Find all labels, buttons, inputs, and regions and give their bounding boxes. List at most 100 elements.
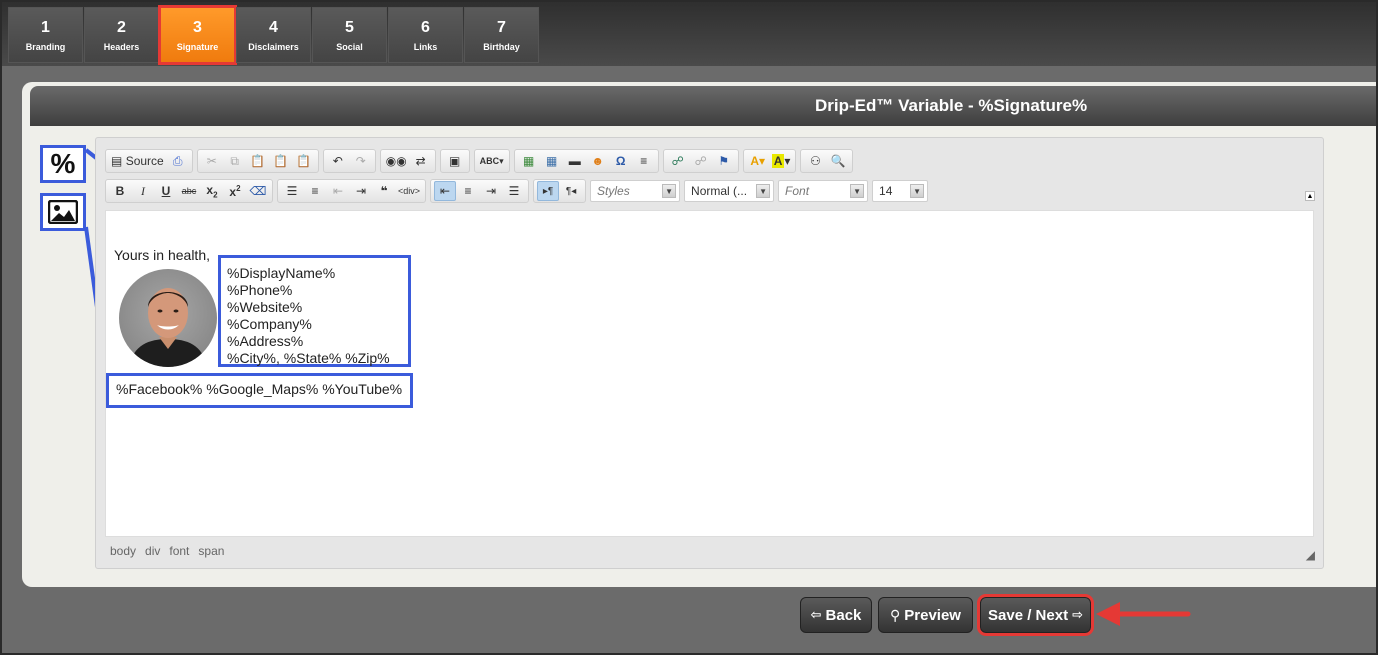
special-char-button[interactable]: Ω bbox=[610, 151, 632, 171]
callout-arrow bbox=[1096, 602, 1191, 626]
editor-content-area[interactable]: Yours in health, %DisplayName% %Phone% %… bbox=[105, 210, 1314, 537]
size-dropdown[interactable]: 14 ▼ bbox=[872, 180, 929, 202]
replace-button[interactable]: ⇄ bbox=[410, 151, 432, 171]
maximize-icon: ⚇ bbox=[810, 154, 821, 168]
tab-birthday[interactable]: 7 Birthday bbox=[464, 7, 539, 63]
quote-icon: ❝ bbox=[380, 184, 388, 198]
align-center-button[interactable]: ≡ bbox=[457, 181, 479, 201]
blockquote-button[interactable]: ❝ bbox=[373, 181, 395, 201]
anchor-button[interactable]: ⚑ bbox=[713, 151, 735, 171]
profile-photo bbox=[119, 269, 217, 367]
toolbar-group-find: ◉◉ ⇄ bbox=[379, 149, 436, 173]
justify-icon: ☰ bbox=[508, 184, 520, 198]
bg-color-icon: A bbox=[771, 154, 785, 168]
collapse-toolbar-button[interactable]: ▲ bbox=[1305, 191, 1315, 201]
bulleted-list-button[interactable]: ≡ bbox=[304, 181, 326, 201]
image-button[interactable]: ▦ bbox=[518, 151, 540, 171]
select-all-button[interactable]: ▣ bbox=[444, 151, 466, 171]
format-dropdown[interactable]: Normal (... ▼ bbox=[684, 180, 775, 202]
superscript-icon: x2 bbox=[229, 183, 241, 199]
tab-number: 7 bbox=[497, 19, 506, 36]
insert-image-button[interactable] bbox=[40, 193, 86, 231]
path-item[interactable]: div bbox=[145, 544, 160, 558]
path-item[interactable]: font bbox=[169, 544, 189, 558]
source-button[interactable]: ▤ Source bbox=[109, 151, 166, 171]
paste-button[interactable]: 📋 bbox=[247, 151, 269, 171]
subscript-button[interactable]: x2 bbox=[201, 181, 223, 201]
document-icon: ▤ bbox=[111, 154, 123, 168]
paste-text-button[interactable]: 📋 bbox=[270, 151, 292, 171]
div-icon: <div> bbox=[398, 186, 421, 196]
numbered-list-button[interactable]: ☰ bbox=[281, 181, 303, 201]
tab-number: 4 bbox=[269, 19, 278, 36]
undo-button[interactable]: ↶ bbox=[327, 151, 349, 171]
tab-links[interactable]: 6 Links bbox=[388, 7, 463, 63]
insert-variable-button[interactable]: % bbox=[40, 145, 86, 183]
smiley-button[interactable]: ☻ bbox=[587, 151, 609, 171]
ltr-button[interactable]: ▸¶ bbox=[537, 181, 560, 201]
picture-icon: ▦ bbox=[523, 154, 535, 168]
print-button[interactable]: ⎙ bbox=[167, 151, 189, 171]
toolbar-group-lists: ☰ ≡ ⇤ ⇥ ❝ <div> bbox=[277, 179, 427, 203]
save-next-button[interactable]: Save / Next ⇨ bbox=[977, 594, 1094, 636]
preview-doc-button[interactable]: 🔍 bbox=[827, 151, 849, 171]
align-left-button[interactable]: ⇤ bbox=[434, 181, 457, 201]
indent-button[interactable]: ⇥ bbox=[350, 181, 372, 201]
paste-word-button[interactable]: 📋 bbox=[293, 151, 315, 171]
tab-disclaimers[interactable]: 4 Disclaimers bbox=[236, 7, 311, 63]
redo-button[interactable]: ↷ bbox=[350, 151, 372, 171]
bold-icon: B bbox=[115, 184, 125, 198]
cut-button[interactable]: ✂ bbox=[201, 151, 223, 171]
styles-label: Styles bbox=[597, 184, 630, 198]
align-left-icon: ⇤ bbox=[440, 184, 451, 198]
maximize-button[interactable]: ⚇ bbox=[804, 151, 826, 171]
bg-color-button[interactable]: A ▾ bbox=[770, 151, 793, 171]
spellcheck-button[interactable]: ABC▾ bbox=[478, 151, 506, 171]
text-color-button[interactable]: A▾ bbox=[747, 151, 769, 171]
outdent-icon: ⇤ bbox=[332, 184, 344, 198]
outdent-button[interactable]: ⇤ bbox=[327, 181, 349, 201]
flag-icon: ⚑ bbox=[718, 154, 730, 168]
justify-button[interactable]: ☰ bbox=[503, 181, 525, 201]
rtl-button[interactable]: ¶◂ bbox=[560, 181, 582, 201]
undo-icon: ↶ bbox=[332, 154, 343, 168]
copy-button[interactable]: ⧉ bbox=[224, 151, 246, 171]
tab-social[interactable]: 5 Social bbox=[312, 7, 387, 63]
tab-headers[interactable]: 2 Headers bbox=[84, 7, 159, 63]
font-dropdown[interactable]: Font ▼ bbox=[778, 180, 869, 202]
panel-header: Drip-Ed™ Variable - %Signature% bbox=[30, 86, 1376, 126]
unlink-button[interactable]: ☍ bbox=[690, 151, 712, 171]
align-right-button[interactable]: ⇥ bbox=[480, 181, 502, 201]
path-item[interactable]: span bbox=[198, 544, 224, 558]
source-label: Source bbox=[125, 154, 164, 168]
div-button[interactable]: <div> bbox=[396, 181, 422, 201]
path-item[interactable]: body bbox=[110, 544, 136, 558]
preview-button[interactable]: ⚲ Preview bbox=[878, 597, 973, 633]
underline-button[interactable]: U bbox=[155, 181, 177, 201]
strike-button[interactable]: abc bbox=[178, 181, 200, 201]
toolbar-group-tools: ⚇ 🔍 bbox=[800, 149, 854, 173]
tab-signature[interactable]: 3 Signature bbox=[158, 5, 237, 65]
resize-handle[interactable]: ◢ bbox=[1306, 548, 1315, 562]
link-button[interactable]: ☍ bbox=[667, 151, 689, 171]
preview-icon: 🔍 bbox=[830, 154, 846, 168]
tab-branding[interactable]: 1 Branding bbox=[8, 7, 83, 63]
italic-icon: I bbox=[141, 183, 145, 198]
copy-icon: ⧉ bbox=[230, 153, 239, 168]
chevron-down-icon: ▼ bbox=[850, 184, 865, 198]
unlink-icon: ☍ bbox=[694, 154, 707, 168]
chevron-down-icon: ▼ bbox=[910, 184, 925, 198]
bold-button[interactable]: B bbox=[109, 181, 131, 201]
italic-button[interactable]: I bbox=[132, 181, 154, 201]
horizontal-rule-button[interactable]: ▬ bbox=[564, 151, 586, 171]
table-button[interactable]: ▦ bbox=[541, 151, 563, 171]
styles-dropdown[interactable]: Styles ▼ bbox=[590, 180, 681, 202]
page-break-button[interactable]: ≡ bbox=[633, 151, 655, 171]
back-button[interactable]: ⇦ Back bbox=[800, 597, 872, 633]
toolbar-group-basic: B I U abc x2 x2 ⌫ bbox=[105, 179, 273, 203]
remove-format-button[interactable]: ⌫ bbox=[247, 181, 269, 201]
find-button[interactable]: ◉◉ bbox=[384, 151, 409, 171]
align-center-icon: ≡ bbox=[464, 184, 472, 198]
superscript-button[interactable]: x2 bbox=[224, 181, 246, 201]
avatar bbox=[129, 288, 207, 367]
